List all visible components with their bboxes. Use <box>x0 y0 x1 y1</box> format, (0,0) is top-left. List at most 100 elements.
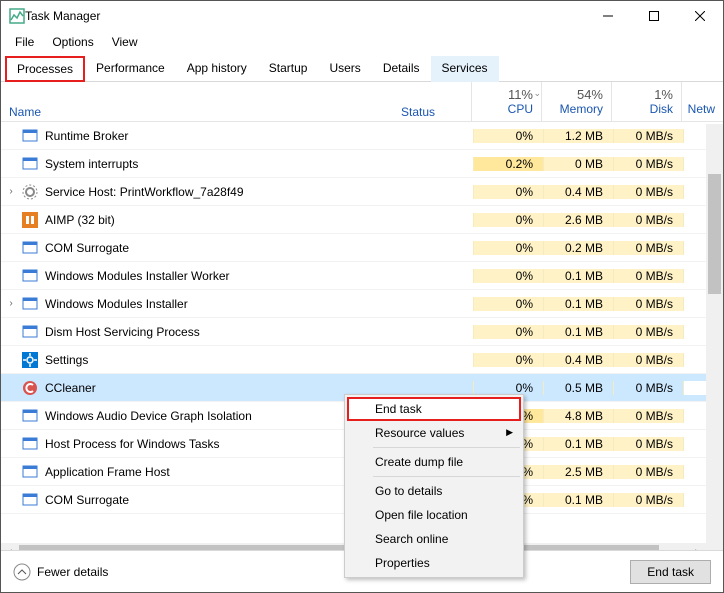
process-row[interactable]: ›Windows Modules Installer0%0.1 MB0 MB/s… <box>1 290 723 318</box>
process-name: Application Frame Host <box>45 465 395 479</box>
separator <box>373 476 520 477</box>
process-name: Windows Modules Installer <box>45 297 395 311</box>
expand-icon[interactable]: › <box>1 186 21 197</box>
window-title: Task Manager <box>25 9 585 23</box>
process-name: CCleaner <box>45 381 395 395</box>
process-memory: 0.1 MB <box>543 493 613 507</box>
process-memory: 2.5 MB <box>543 465 613 479</box>
ctx-end-task[interactable]: End task <box>347 397 521 421</box>
ctx-resource-values[interactable]: Resource values▶ <box>347 421 521 445</box>
process-name: Service Host: PrintWorkflow_7a28f49 <box>45 185 395 199</box>
submenu-arrow-icon: ▶ <box>506 427 513 438</box>
process-memory: 1.2 MB <box>543 129 613 143</box>
process-memory: 0.1 MB <box>543 437 613 451</box>
process-row[interactable]: Windows Modules Installer Worker0%0.1 MB… <box>1 262 723 290</box>
process-name: System interrupts <box>45 157 395 171</box>
minimize-button[interactable] <box>585 1 631 31</box>
process-row[interactable]: Runtime Broker0%1.2 MB0 MB/s0 <box>1 122 723 150</box>
process-icon <box>21 212 39 228</box>
tab-details[interactable]: Details <box>372 56 431 82</box>
process-name: COM Surrogate <box>45 241 395 255</box>
process-cpu: 0% <box>473 185 543 199</box>
process-disk: 0 MB/s <box>613 297 683 311</box>
process-disk: 0 MB/s <box>613 157 683 171</box>
process-row[interactable]: System interrupts0.2%0 MB0 MB/s0 <box>1 150 723 178</box>
process-icon <box>21 156 39 172</box>
process-disk: 0 MB/s <box>613 213 683 227</box>
process-memory: 0.5 MB <box>543 381 613 395</box>
process-name: Host Process for Windows Tasks <box>45 437 395 451</box>
maximize-button[interactable] <box>631 1 677 31</box>
menu-options[interactable]: Options <box>44 33 101 51</box>
process-disk: 0 MB/s <box>613 381 683 395</box>
ctx-search-online[interactable]: Search online <box>347 527 521 551</box>
col-mem[interactable]: 54%Memory <box>541 82 611 121</box>
ctx-go-to-details[interactable]: Go to details <box>347 479 521 503</box>
process-disk: 0 MB/s <box>613 353 683 367</box>
process-icon <box>21 352 39 368</box>
ctx-create-dump[interactable]: Create dump file <box>347 450 521 474</box>
col-disk[interactable]: 1%Disk <box>611 82 681 121</box>
process-row[interactable]: COM Surrogate0%0.2 MB0 MB/s0 <box>1 234 723 262</box>
fewer-details-button[interactable]: Fewer details <box>13 563 108 581</box>
col-name[interactable]: Name <box>1 82 393 121</box>
col-status[interactable]: Status <box>393 82 471 121</box>
process-memory: 4.8 MB <box>543 409 613 423</box>
menu-view[interactable]: View <box>104 33 146 51</box>
tab-startup[interactable]: Startup <box>258 56 319 82</box>
process-memory: 0.2 MB <box>543 241 613 255</box>
menubar: File Options View <box>1 31 723 53</box>
scroll-thumb[interactable] <box>708 174 721 294</box>
process-memory: 0.4 MB <box>543 353 613 367</box>
process-name: Dism Host Servicing Process <box>45 325 395 339</box>
tab-services[interactable]: Services <box>431 56 499 82</box>
process-row[interactable]: ›Service Host: PrintWorkflow_7a28f490%0.… <box>1 178 723 206</box>
tab-app-history[interactable]: App history <box>176 56 258 82</box>
close-button[interactable] <box>677 1 723 31</box>
process-memory: 0.1 MB <box>543 269 613 283</box>
col-cpu[interactable]: 11%CPU <box>471 82 541 121</box>
process-disk: 0 MB/s <box>613 409 683 423</box>
process-cpu: 0% <box>473 353 543 367</box>
process-name: Windows Modules Installer Worker <box>45 269 395 283</box>
process-cpu: 0% <box>473 241 543 255</box>
ctx-properties[interactable]: Properties <box>347 551 521 575</box>
process-icon <box>21 492 39 508</box>
vertical-scrollbar[interactable] <box>706 124 723 560</box>
process-cpu: 0.2% <box>473 157 543 171</box>
separator <box>373 447 520 448</box>
process-name: Settings <box>45 353 395 367</box>
process-cpu: 0% <box>473 325 543 339</box>
col-network[interactable]: Netw <box>681 82 723 121</box>
process-icon <box>21 380 39 396</box>
context-menu: End task Resource values▶ Create dump fi… <box>344 394 524 578</box>
process-disk: 0 MB/s <box>613 437 683 451</box>
process-row[interactable]: Settings0%0.4 MB0 MB/s0 <box>1 346 723 374</box>
process-icon <box>21 240 39 256</box>
process-name: Windows Audio Device Graph Isolation <box>45 409 395 423</box>
expand-icon[interactable]: › <box>1 298 21 309</box>
tab-performance[interactable]: Performance <box>85 56 176 82</box>
end-task-button[interactable]: End task <box>630 560 711 584</box>
process-name: COM Surrogate <box>45 493 395 507</box>
fewer-details-label: Fewer details <box>37 565 108 579</box>
process-cpu: 0% <box>473 381 543 395</box>
process-cpu: 0% <box>473 129 543 143</box>
process-row[interactable]: AIMP (32 bit)0%2.6 MB0 MB/s0 <box>1 206 723 234</box>
process-disk: 0 MB/s <box>613 465 683 479</box>
tab-users[interactable]: Users <box>318 56 371 82</box>
column-headers: Name Status 11%CPU 54%Memory 1%Disk Netw… <box>1 82 723 122</box>
process-disk: 0 MB/s <box>613 269 683 283</box>
chevron-down-icon[interactable]: ⌄ <box>533 88 541 99</box>
process-icon <box>21 408 39 424</box>
menu-file[interactable]: File <box>7 33 42 51</box>
process-icon <box>21 128 39 144</box>
process-cpu: 0% <box>473 213 543 227</box>
process-icon <box>21 464 39 480</box>
process-row[interactable]: Dism Host Servicing Process0%0.1 MB0 MB/… <box>1 318 723 346</box>
process-disk: 0 MB/s <box>613 325 683 339</box>
process-disk: 0 MB/s <box>613 185 683 199</box>
process-name: AIMP (32 bit) <box>45 213 395 227</box>
tab-processes[interactable]: Processes <box>5 56 85 82</box>
ctx-open-file-location[interactable]: Open file location <box>347 503 521 527</box>
